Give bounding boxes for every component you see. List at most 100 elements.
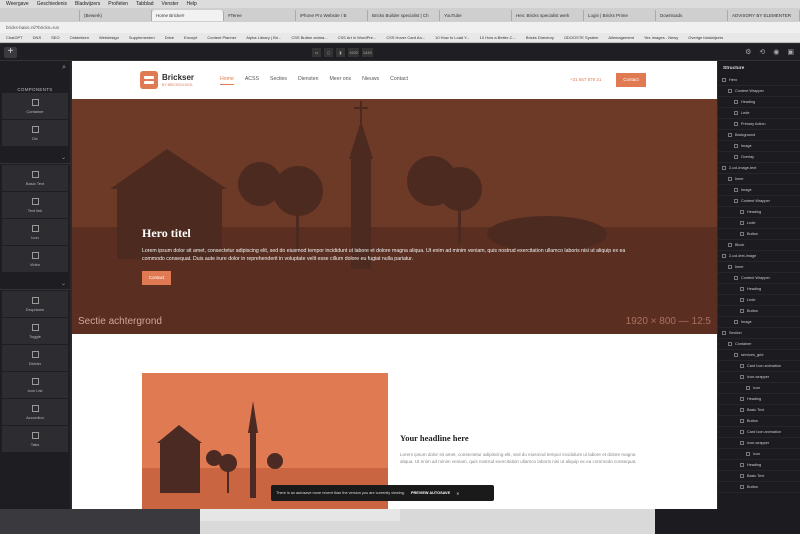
address-bar[interactable]: bricks-basic.nl/?bricks=run [0, 22, 800, 33]
bookmark-item[interactable]: Ontdekken [70, 35, 89, 40]
bookmark-item[interactable]: CSS Button anima... [291, 35, 327, 40]
structure-row[interactable]: Heading [718, 207, 800, 218]
nav-item[interactable]: Nieuws [362, 76, 379, 85]
desktop-icon[interactable]: ▭ [312, 48, 321, 57]
structure-row[interactable]: Button [718, 306, 800, 317]
height-field[interactable]: 1440 [361, 48, 373, 57]
save-icon[interactable]: ▣ [787, 48, 794, 56]
element-tile[interactable]: Icon List [2, 372, 68, 398]
structure-row[interactable]: Button [718, 229, 800, 240]
builder-canvas[interactable]: Brickser BY BRICKSCHOOL Home ACSS Secties D… [72, 61, 717, 509]
structure-row[interactable]: services_grid [718, 350, 800, 361]
structure-row[interactable]: Content Wrapper [718, 273, 800, 284]
element-tile[interactable]: Basic Text [2, 165, 68, 191]
structure-row[interactable]: 2-col-text-image [718, 251, 800, 262]
browser-tab[interactable]: ADVISORY BY ELEMENTER [728, 9, 800, 21]
menu-item[interactable]: Help [187, 1, 197, 7]
element-tile[interactable]: Tabs [2, 426, 68, 452]
structure-row[interactable]: Button [718, 482, 800, 493]
bookmark-item[interactable]: ODOOSTE System [564, 35, 598, 40]
width-field[interactable]: 1920 [348, 48, 359, 57]
structure-row[interactable]: Lede [718, 295, 800, 306]
element-tile[interactable]: Dropdown [2, 291, 68, 317]
browser-tab[interactable]: iPhone Pro Website / B [296, 9, 368, 21]
browser-tab[interactable]: Hex: Bricks specialist werk [512, 9, 584, 21]
nav-item[interactable]: Meer ons [329, 76, 351, 85]
category-chevron-icon[interactable]: ⌄ [0, 154, 70, 164]
structure-row[interactable]: Heading [718, 97, 800, 108]
bookmark-item[interactable]: DNS [33, 35, 41, 40]
structure-row[interactable]: Section [718, 328, 800, 339]
nav-item[interactable]: Home [220, 76, 234, 85]
bookmark-item[interactable]: SEO [51, 35, 59, 40]
bookmark-item[interactable]: Bricks Directory [526, 35, 554, 40]
preview-icon[interactable]: ◉ [773, 48, 779, 56]
bookmark-item[interactable]: Envoyé [184, 35, 197, 40]
structure-row[interactable]: Primary Action [718, 119, 800, 130]
bookmark-item[interactable]: 10 How to Load Y... [435, 35, 470, 40]
structure-row[interactable]: Image [718, 185, 800, 196]
structure-row[interactable]: Content Wrapper [718, 196, 800, 207]
structure-row[interactable]: Heading [718, 394, 800, 405]
structure-row[interactable]: Overlay [718, 152, 800, 163]
gear-icon[interactable]: ⚙ [745, 48, 751, 56]
bookmark-item[interactable]: Drive [165, 35, 174, 40]
nav-item[interactable]: Contact [390, 76, 408, 85]
element-tile[interactable]: Divider [2, 345, 68, 371]
menu-item[interactable]: Bladwijzers [75, 1, 100, 7]
structure-row[interactable]: Heading [718, 460, 800, 471]
history-icon[interactable]: ⟲ [759, 48, 765, 56]
logo-icon[interactable] [140, 71, 158, 89]
close-icon[interactable]: ✕ [456, 491, 459, 496]
browser-tab[interactable]: Login | Bricks Prime [584, 9, 656, 21]
element-tile[interactable]: Toggle [2, 318, 68, 344]
browser-tab[interactable]: Home Bricker! [152, 9, 224, 21]
element-tile[interactable]: Text link [2, 192, 68, 218]
structure-row[interactable]: Hero [718, 75, 800, 86]
bookmark-item[interactable]: Allemagement [608, 35, 634, 40]
structure-row[interactable]: Icon [718, 449, 800, 460]
menu-item[interactable]: Tabblad [136, 1, 154, 7]
element-tile[interactable]: Container [2, 93, 68, 119]
structure-row[interactable]: Inner [718, 262, 800, 273]
menu-item[interactable]: Weergave [6, 1, 29, 7]
browser-tab[interactable] [8, 9, 80, 21]
browser-tab[interactable]: #Teree [224, 9, 296, 21]
browser-tab[interactable]: YouTube [440, 9, 512, 21]
structure-row[interactable]: Icon [718, 383, 800, 394]
bookmark-item[interactable]: Overige bladwijzers [688, 35, 723, 40]
browser-tab[interactable]: (Bewerk) [80, 9, 152, 21]
browser-tab[interactable]: Downloads [656, 9, 728, 21]
structure-row[interactable]: Image [718, 141, 800, 152]
structure-row[interactable]: Heading [718, 284, 800, 295]
structure-row[interactable]: Basic Text [718, 405, 800, 416]
category-chevron-icon[interactable]: ⌄ [0, 280, 70, 290]
structure-row[interactable]: Container [718, 339, 800, 350]
bookmark-item[interactable]: Supplementen [129, 35, 155, 40]
bookmark-item[interactable]: CSS Art in WordPre... [338, 35, 377, 40]
bookmark-item[interactable]: Content Planner [207, 35, 236, 40]
tablet-icon[interactable]: ▯ [324, 48, 333, 57]
element-tile[interactable]: Div [2, 120, 68, 146]
structure-row[interactable]: Lede [718, 218, 800, 229]
structure-row[interactable]: 2-col-image-text [718, 163, 800, 174]
menu-item[interactable]: Profielen [108, 1, 128, 7]
element-tile[interactable]: Icon [2, 219, 68, 245]
element-tile[interactable]: Video [2, 246, 68, 272]
nav-item[interactable]: ACSS [245, 76, 259, 85]
structure-row[interactable]: Image [718, 317, 800, 328]
add-element-button[interactable]: + [4, 47, 17, 58]
bookmark-item[interactable]: ChatGPT [6, 35, 23, 40]
structure-row[interactable]: Icon-wrapper [718, 438, 800, 449]
bookmark-item[interactable]: Yes Images - Newy [644, 35, 678, 40]
structure-row[interactable]: Button [718, 416, 800, 427]
header-cta-button[interactable]: Contact [616, 73, 646, 87]
phone-link[interactable]: +31 667 879 21 [570, 77, 601, 82]
structure-row[interactable]: Card Icon animation [718, 427, 800, 438]
structure-row[interactable]: Icon-wrapper [718, 372, 800, 383]
structure-row[interactable]: Block [718, 240, 800, 251]
structure-row[interactable]: Background [718, 130, 800, 141]
mobile-icon[interactable]: ▮ [336, 48, 345, 57]
structure-row[interactable]: Basic Text [718, 471, 800, 482]
bookmark-item[interactable]: 10 How a Better-C... [480, 35, 516, 40]
